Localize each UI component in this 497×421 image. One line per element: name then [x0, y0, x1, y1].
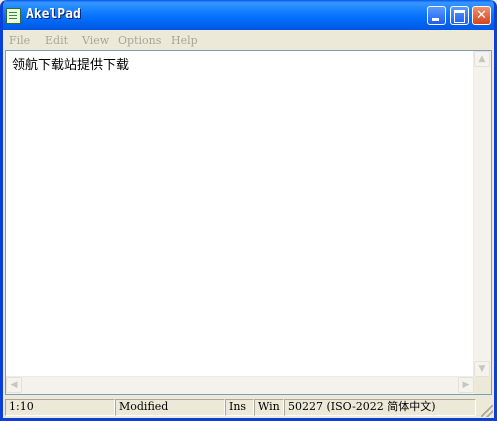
menu-help[interactable]: Help	[171, 34, 198, 47]
scroll-right-icon[interactable]: ▶	[458, 377, 474, 393]
menu-bar: File Edit View Options Help	[3, 30, 494, 50]
status-encoding[interactable]: 50227 (ISO-2022 简体中文)	[284, 399, 476, 416]
vertical-scrollbar[interactable]: ▲ ▼	[473, 51, 491, 377]
text-editor[interactable]: 领航下载站提供下载 ▲ ▼ ◀ ▶	[5, 50, 492, 395]
scroll-down-icon[interactable]: ▼	[474, 361, 490, 377]
status-bar: 1:10 Modified Ins Win 50227 (ISO-2022 简体…	[3, 397, 494, 418]
scroll-corner	[474, 377, 491, 394]
status-insert-mode[interactable]: Ins	[225, 399, 254, 416]
status-line-ending[interactable]: Win	[254, 399, 284, 416]
status-cursor-position[interactable]: 1:10	[5, 399, 115, 416]
notepad-icon	[6, 8, 21, 24]
menu-file[interactable]: File	[9, 34, 30, 47]
scroll-left-icon[interactable]: ◀	[6, 377, 22, 393]
minimize-icon	[432, 18, 439, 21]
maximize-button[interactable]	[450, 6, 469, 25]
window-title: AkelPad	[26, 7, 81, 22]
akelpad-window: AkelPad ✕ File Edit View Options Help 领航…	[0, 0, 497, 421]
status-modified: Modified	[115, 399, 225, 416]
close-button[interactable]: ✕	[472, 6, 491, 25]
menu-view[interactable]: View	[82, 34, 109, 47]
scroll-up-icon[interactable]: ▲	[474, 51, 490, 67]
horizontal-scrollbar[interactable]: ◀ ▶	[6, 376, 474, 394]
editor-content[interactable]: 领航下载站提供下载	[12, 54, 129, 73]
minimize-button[interactable]	[427, 6, 446, 25]
maximize-icon	[454, 10, 465, 23]
close-icon: ✕	[476, 8, 487, 23]
menu-edit[interactable]: Edit	[45, 34, 68, 47]
menu-options[interactable]: Options	[118, 34, 161, 47]
resize-grip-icon[interactable]	[481, 405, 493, 417]
title-bar[interactable]: AkelPad ✕	[3, 0, 494, 30]
